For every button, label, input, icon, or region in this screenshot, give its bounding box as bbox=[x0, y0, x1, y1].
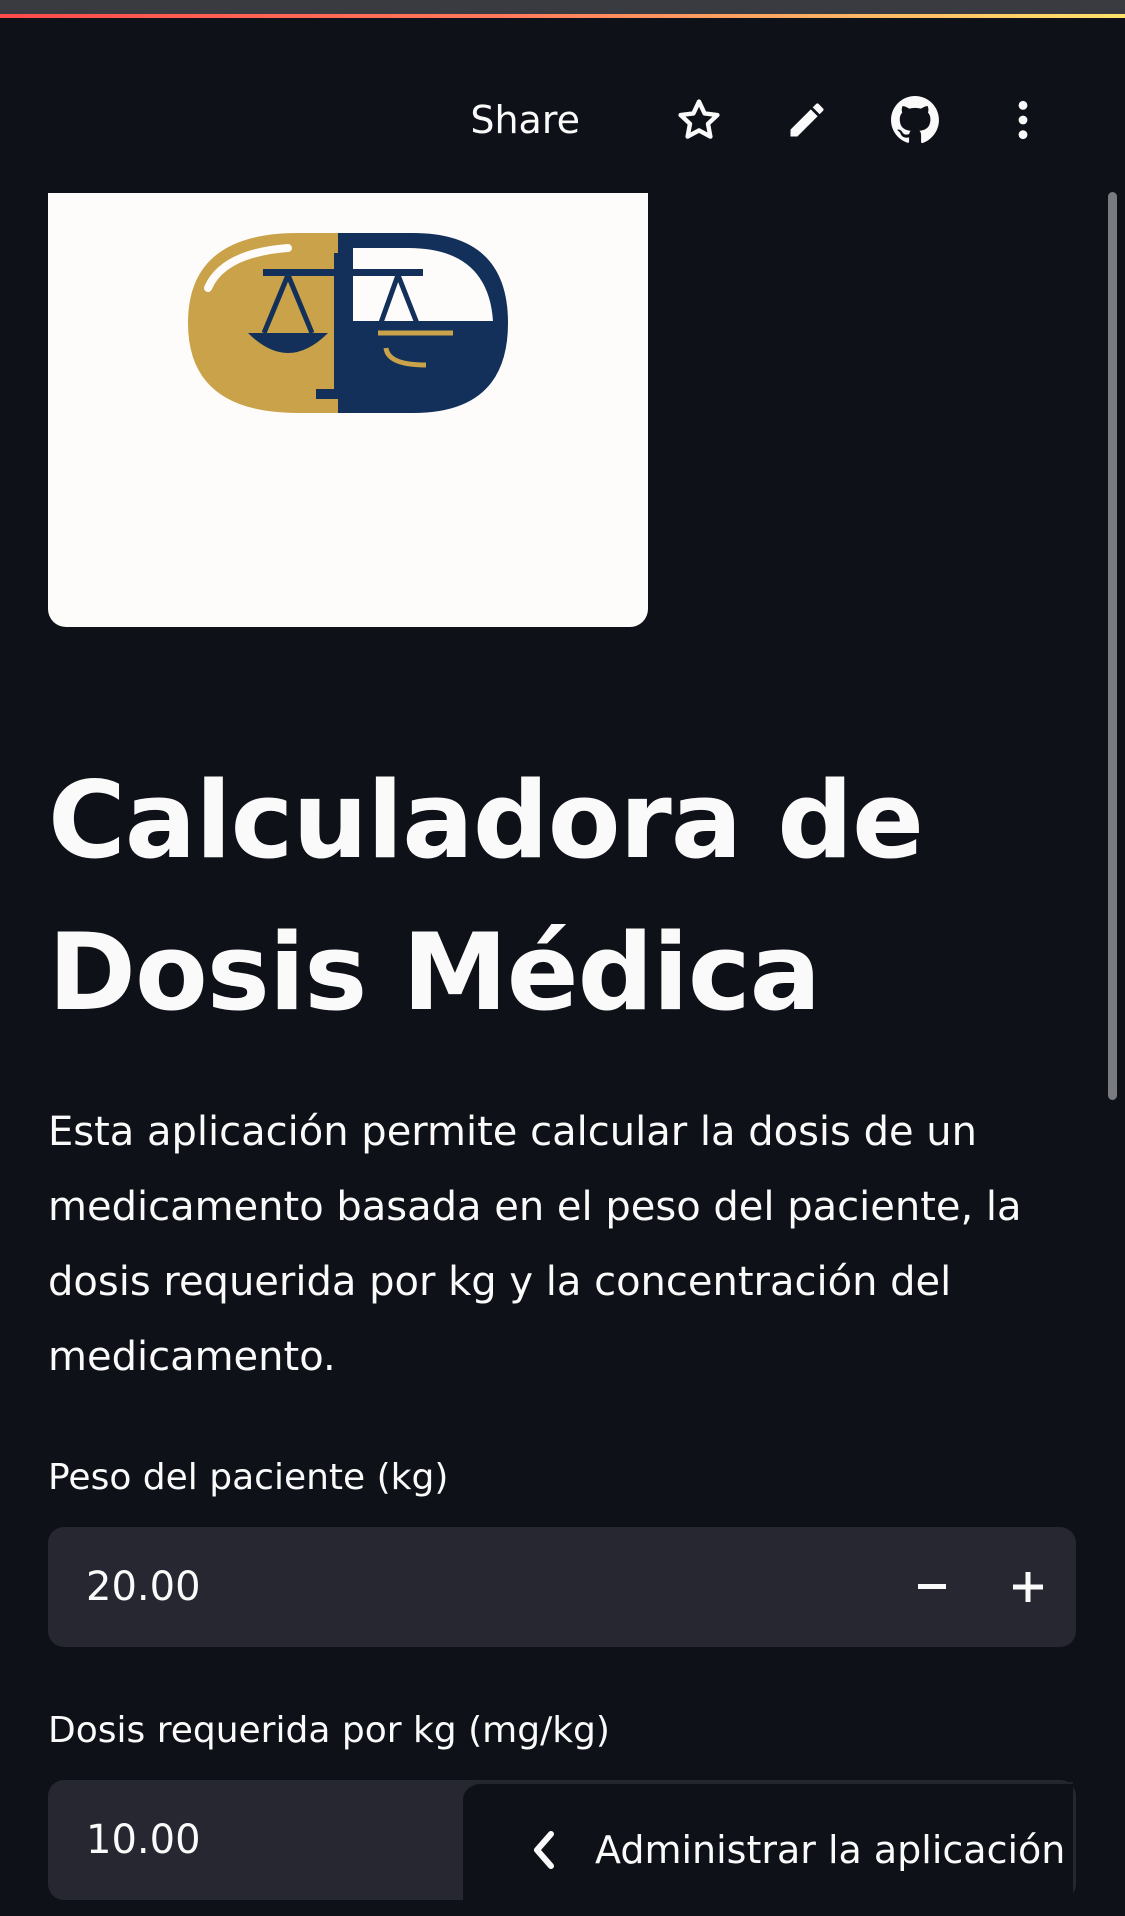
app-description: Esta aplicación permite calcular la dosi… bbox=[48, 1109, 1022, 1380]
share-button[interactable]: Share bbox=[470, 98, 580, 142]
weight-input[interactable] bbox=[48, 1564, 884, 1610]
star-icon[interactable] bbox=[672, 93, 726, 147]
github-icon[interactable] bbox=[888, 93, 942, 147]
manage-app-button[interactable]: Administrar la aplicación bbox=[463, 1782, 1073, 1916]
chevron-left-icon bbox=[531, 1830, 555, 1870]
more-vertical-icon[interactable] bbox=[996, 93, 1050, 147]
dose-field-label: Dosis requerida por kg (mg/kg) bbox=[48, 1710, 610, 1751]
minus-icon bbox=[918, 1584, 946, 1589]
scale-capsule-logo-icon bbox=[188, 233, 508, 413]
pencil-icon[interactable] bbox=[780, 93, 834, 147]
app-page: Share Calculadora de Dosis Médica Esta a… bbox=[0, 0, 1125, 1916]
page-title: Calculadora de Dosis Médica bbox=[48, 759, 924, 1034]
top-decoration-bar bbox=[0, 0, 1125, 18]
weight-decrement-button[interactable] bbox=[884, 1527, 980, 1647]
logo-image bbox=[48, 193, 648, 627]
weight-increment-button[interactable] bbox=[980, 1527, 1076, 1647]
plus-icon bbox=[1013, 1572, 1043, 1602]
manage-app-label: Administrar la aplicación bbox=[595, 1828, 1066, 1872]
top-gradient-line bbox=[0, 14, 1125, 18]
app-header: Share bbox=[470, 80, 1050, 160]
scrollbar[interactable] bbox=[1108, 192, 1117, 1100]
weight-field-label: Peso del paciente (kg) bbox=[48, 1457, 449, 1498]
weight-number-input bbox=[48, 1527, 1076, 1647]
